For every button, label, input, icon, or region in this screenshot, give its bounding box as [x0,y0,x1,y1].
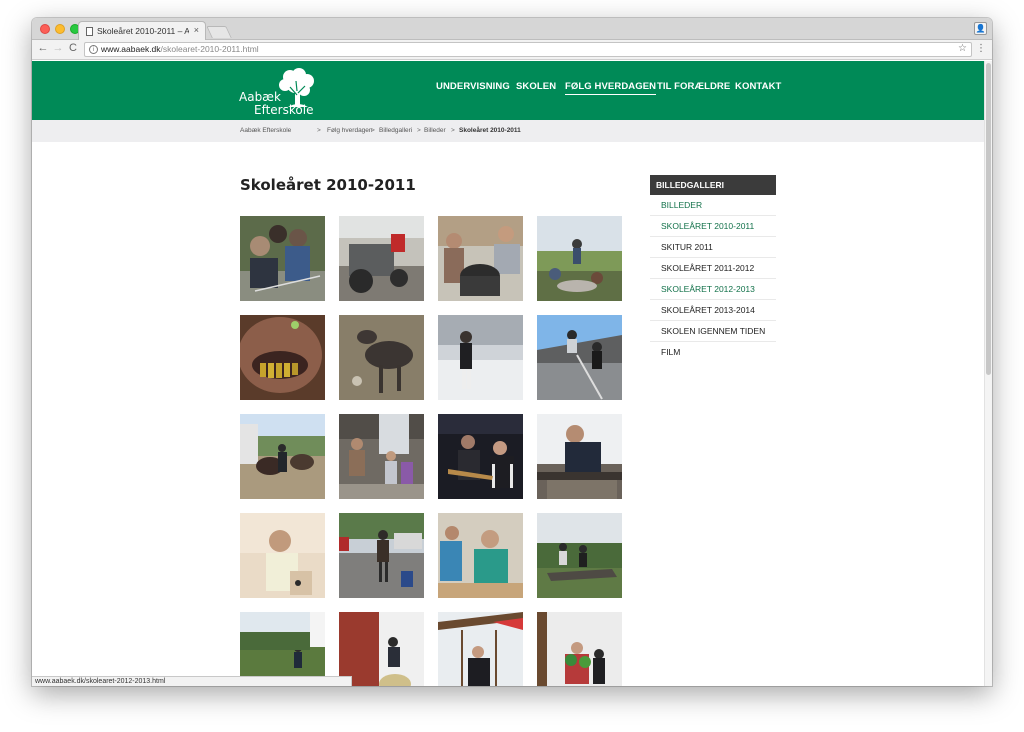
window-close-button[interactable] [40,24,50,34]
gallery-photo-13[interactable] [240,513,325,598]
tab-title: Skoleåret 2010-2011 – Aabæk [97,26,189,36]
gallery-photo-2[interactable] [339,216,424,301]
gallery-photo-18[interactable] [339,612,424,686]
sidebar-item-skolen-igennem-tiden[interactable]: SKOLEN IGENNEM TIDEN [650,321,776,342]
breadcrumb-separator: > [451,127,455,134]
scrollbar-thumb[interactable] [986,63,991,375]
breadcrumb-billeder[interactable]: Billeder [424,127,446,134]
sidebar-heading: BILLEDGALLERI [650,175,776,195]
gallery-photo-8[interactable] [537,315,622,400]
sidebar-item-skolearet-2012-2013[interactable]: SKOLEÅRET 2012-2013 [650,279,776,300]
nav-skolen[interactable]: SKOLEN [516,81,556,95]
sidebar-item-skitur-2011[interactable]: SKITUR 2011 [650,237,776,258]
site-header: Aabæk Efterskole UNDERVISNING SKOLEN FØL… [32,61,984,120]
browser-menu-icon[interactable]: ⋮ [976,43,986,54]
logo-text-line2[interactable]: Efterskole [254,103,313,117]
gallery-photo-16[interactable] [537,513,622,598]
title-bar: Skoleåret 2010-2011 – Aabæk × 👤 [32,18,992,41]
gallery-photo-10[interactable] [339,414,424,499]
nav-til-foraeldre[interactable]: TIL FORÆLDRE [657,81,730,95]
reload-icon[interactable]: C [66,42,80,54]
nav-kontakt[interactable]: KONTAKT [735,81,781,95]
page-scrollbar[interactable] [984,61,992,686]
page-title: Skoleåret 2010-2011 [240,176,416,194]
screen: Skoleåret 2010-2011 – Aabæk × 👤 ← → C i … [0,0,1024,732]
browser-window: Skoleåret 2010-2011 – Aabæk × 👤 ← → C i … [32,18,992,686]
info-icon[interactable]: i [89,45,98,54]
browser-tab[interactable]: Skoleåret 2010-2011 – Aabæk × [78,21,206,41]
breadcrumb-current: Skoleåret 2010-2011 [459,127,521,134]
sidebar-item-skolearet-2013-2014[interactable]: SKOLEÅRET 2013-2014 [650,300,776,321]
url-host: www.aabaek.dk [101,44,161,54]
breadcrumb-separator: > [317,127,321,134]
address-bar[interactable]: i www.aabaek.dk/skolearet-2010-2011.html… [84,42,972,57]
gallery-photo-6[interactable] [339,315,424,400]
gallery-photo-3[interactable] [438,216,523,301]
logo-text-line1[interactable]: Aabæk [239,90,281,104]
gallery-photo-4[interactable] [537,216,622,301]
nav-undervisning[interactable]: UNDERVISNING [436,81,510,95]
sidebar-item-skolearet-2010-2011[interactable]: SKOLEÅRET 2010-2011 [650,216,776,237]
gallery-photo-14[interactable] [339,513,424,598]
gallery-photo-20[interactable] [537,612,622,686]
window-minimize-button[interactable] [55,24,65,34]
address-url[interactable]: www.aabaek.dk/skolearet-2010-2011.html [101,43,259,56]
gallery-photo-19[interactable] [438,612,523,686]
bookmark-star-icon[interactable]: ☆ [958,42,967,55]
url-path: /skolearet-2010-2011.html [160,44,259,54]
document-icon [86,27,93,36]
gallery-photo-17[interactable] [240,612,325,686]
gallery-photo-5[interactable] [240,315,325,400]
breadcrumb-separator: > [371,127,375,134]
gallery-photo-9[interactable] [240,414,325,499]
breadcrumb: Aabæk Efterskole > Følg hverdagen > Bill… [32,120,984,142]
gallery-photo-1[interactable] [240,216,325,301]
sidebar-item-billeder[interactable]: BILLEDER [650,195,776,216]
breadcrumb-folg-hverdagen[interactable]: Følg hverdagen [327,127,373,134]
breadcrumb-billedgalleri[interactable]: Billedgalleri [379,127,412,134]
gallery-photo-7[interactable] [438,315,523,400]
sidebar-item-film[interactable]: FILM [650,342,776,363]
gallery-photo-11[interactable] [438,414,523,499]
tab-close-icon[interactable]: × [194,25,199,35]
browser-toolbar: ← → C i www.aabaek.dk/skolearet-2010-201… [32,40,992,60]
back-icon[interactable]: ← [36,42,50,54]
status-bar-url: www.aabaek.dk/skolearet-2012-2013.html [32,676,352,686]
forward-icon[interactable]: → [51,42,65,54]
new-tab-button[interactable] [206,26,232,38]
breadcrumb-home[interactable]: Aabæk Efterskole [240,127,291,134]
profile-icon[interactable]: 👤 [974,22,987,35]
gallery-photo-15[interactable] [438,513,523,598]
nav-folg-hverdagen[interactable]: FØLG HVERDAGEN [565,81,657,95]
sidebar-item-skolearet-2011-2012[interactable]: SKOLEÅRET 2011-2012 [650,258,776,279]
gallery-photo-12[interactable] [537,414,622,499]
page-viewport: Aabæk Efterskole UNDERVISNING SKOLEN FØL… [32,61,992,686]
breadcrumb-separator: > [417,127,421,134]
